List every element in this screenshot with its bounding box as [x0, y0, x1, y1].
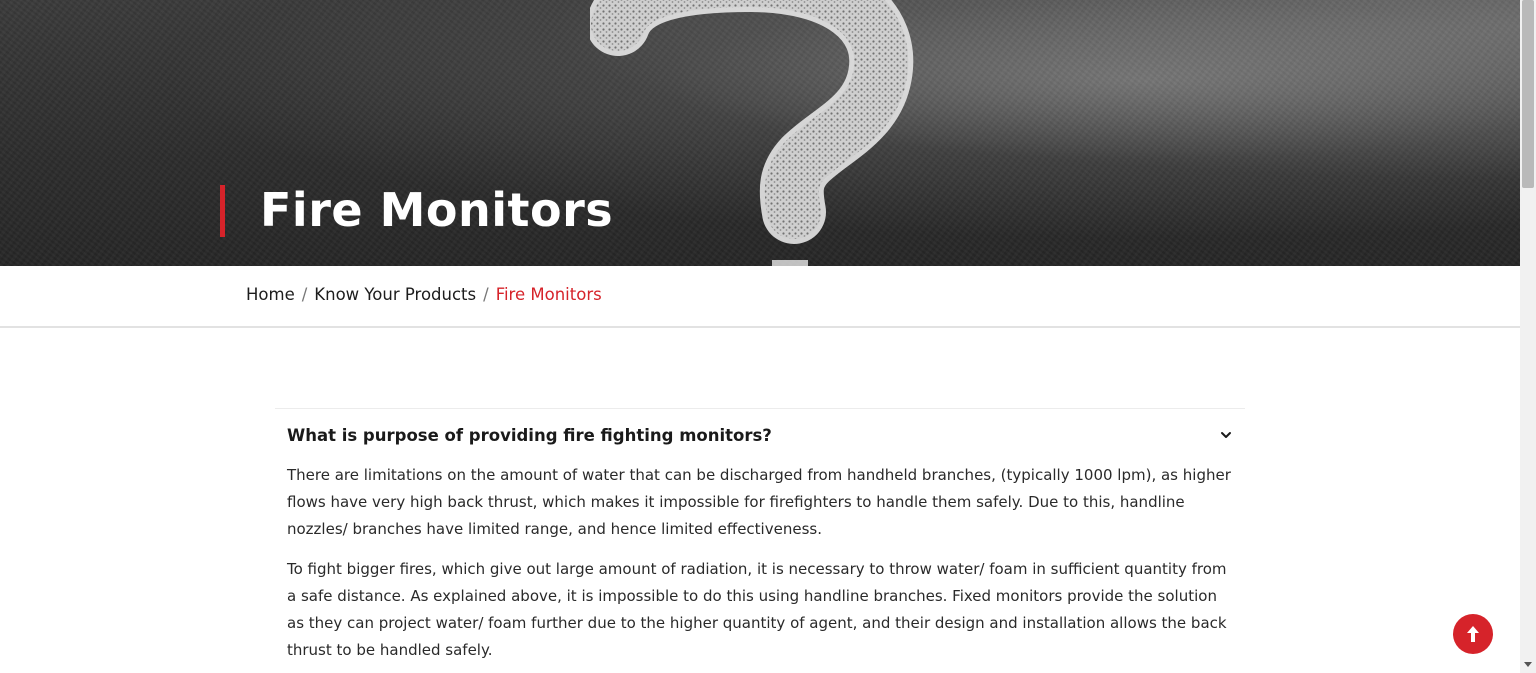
scroll-to-top-button[interactable] [1453, 614, 1493, 654]
chevron-down-icon[interactable] [1219, 428, 1233, 442]
question-mark-graphic [590, 0, 914, 266]
scroll-down-arrow-icon[interactable] [1524, 662, 1532, 667]
faq-answer-paragraph: To fight bigger fires, which give out la… [287, 560, 1227, 659]
breadcrumb-separator: / [483, 285, 489, 304]
page-title: Fire Monitors [260, 183, 614, 237]
breadcrumb-current: Fire Monitors [495, 285, 602, 304]
scrollbar-thumb[interactable] [1522, 0, 1534, 188]
page: Fire Monitors Home / Know Your Products … [0, 0, 1520, 673]
breadcrumb-separator: / [301, 285, 308, 304]
breadcrumb-home[interactable]: Home [246, 285, 295, 304]
title-accent-bar [220, 185, 225, 237]
arrow-up-icon [1467, 626, 1479, 642]
scrollbar[interactable] [1520, 0, 1536, 673]
faq-question: What is purpose of providing fire fighti… [287, 425, 772, 445]
hero-banner: Fire Monitors [0, 0, 1520, 266]
faq-answer: There are limitations on the amount of w… [275, 462, 1245, 664]
breadcrumb-know-your-products[interactable]: Know Your Products [314, 285, 476, 304]
faq-answer-paragraph: There are limitations on the amount of w… [287, 466, 1231, 538]
faq-question-toggle[interactable]: What is purpose of providing fire fighti… [275, 409, 1245, 461]
faq-accordion: What is purpose of providing fire fighti… [275, 408, 1245, 673]
breadcrumb-bar: Home / Know Your Products / Fire Monitor… [0, 266, 1520, 328]
breadcrumb: Home / Know Your Products / Fire Monitor… [246, 285, 602, 304]
